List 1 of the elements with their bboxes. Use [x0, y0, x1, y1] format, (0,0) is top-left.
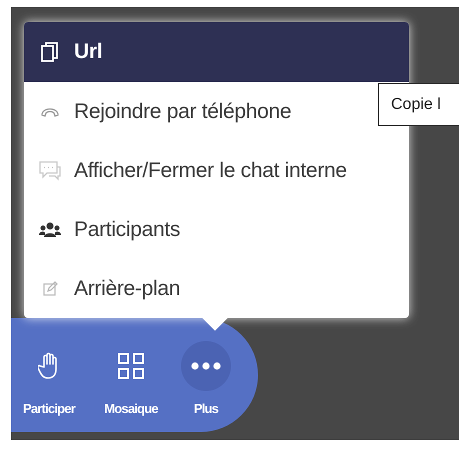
tooltip: Copie l	[378, 83, 459, 126]
